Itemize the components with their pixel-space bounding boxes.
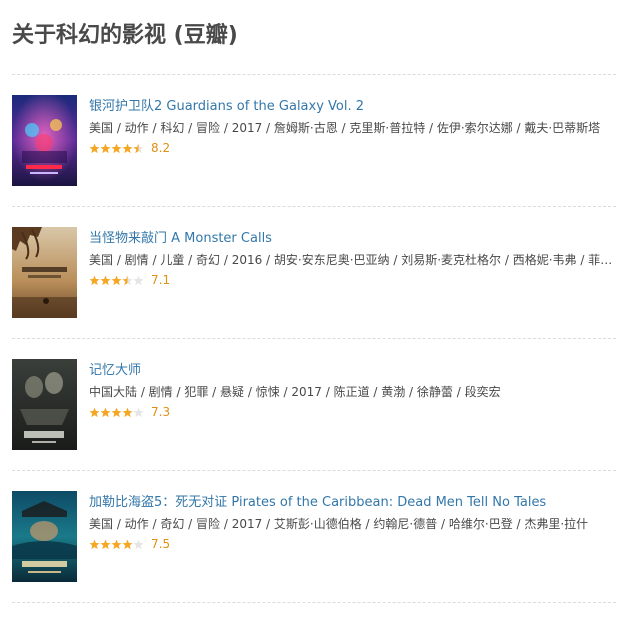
list-item: 加勒比海盗5：死无对证 Pirates of the Caribbean: De… xyxy=(12,471,616,603)
movie-meta: 美国 / 动作 / 科幻 / 冒险 / 2017 / 詹姆斯·古恩 / 克里斯·… xyxy=(89,121,601,135)
monster-calls-poster-icon xyxy=(12,227,77,318)
movie-list: 银河护卫队2 Guardians of the Galaxy Vol. 2 美国… xyxy=(12,75,616,603)
star-full-icon xyxy=(122,539,133,549)
star-full-icon xyxy=(111,539,122,549)
star-full-icon xyxy=(89,143,100,153)
battle-of-memories-poster-icon xyxy=(12,359,77,450)
star-rating xyxy=(89,539,144,550)
guardians-poster-icon xyxy=(12,95,77,186)
star-rating xyxy=(89,407,144,418)
star-full-icon xyxy=(100,275,111,285)
rating-value: 8.2 xyxy=(151,141,171,155)
rating-row: 7.1 xyxy=(89,270,616,290)
star-half-icon xyxy=(133,143,144,153)
star-full-icon xyxy=(122,407,133,417)
movie-title-link[interactable]: 加勒比海盗5：死无对证 Pirates of the Caribbean: De… xyxy=(89,492,616,514)
movie-meta: 美国 / 剧情 / 儿童 / 奇幻 / 2016 / 胡安·安东尼奥·巴亚纳 /… xyxy=(89,253,616,267)
movie-poster-image[interactable] xyxy=(12,359,77,450)
rating-row: 7.5 xyxy=(89,534,616,554)
list-item: 银河护卫队2 Guardians of the Galaxy Vol. 2 美国… xyxy=(12,75,616,207)
list-item: 当怪物来敲门 A Monster Calls 美国 / 剧情 / 儿童 / 奇幻… xyxy=(12,207,616,339)
rating-value: 7.1 xyxy=(151,273,171,287)
star-full-icon xyxy=(100,407,111,417)
movie-title-link[interactable]: 银河护卫队2 Guardians of the Galaxy Vol. 2 xyxy=(89,96,616,118)
movie-meta: 美国 / 动作 / 奇幻 / 冒险 / 2017 / 艾斯彭·山德伯格 / 约翰… xyxy=(89,517,589,531)
star-full-icon xyxy=(100,143,111,153)
star-full-icon xyxy=(89,407,100,417)
star-empty-icon xyxy=(133,539,144,549)
star-full-icon xyxy=(111,143,122,153)
movie-poster-image[interactable] xyxy=(12,491,77,582)
star-empty-icon xyxy=(133,407,144,417)
star-rating xyxy=(89,143,144,154)
star-full-icon xyxy=(111,407,122,417)
rating-value: 7.5 xyxy=(151,537,171,551)
movie-poster-image[interactable] xyxy=(12,227,77,318)
star-full-icon xyxy=(111,275,122,285)
star-full-icon xyxy=(122,143,133,153)
rating-row: 8.2 xyxy=(89,138,616,158)
movie-poster-image[interactable] xyxy=(12,95,77,186)
movie-meta: 中国大陆 / 剧情 / 犯罪 / 悬疑 / 惊悚 / 2017 / 陈正道 / … xyxy=(89,385,501,399)
star-empty-icon xyxy=(133,275,144,285)
movie-title-link[interactable]: 当怪物来敲门 A Monster Calls xyxy=(89,228,616,250)
star-full-icon xyxy=(89,275,100,285)
star-full-icon xyxy=(100,539,111,549)
pirates-poster-icon xyxy=(12,491,77,582)
movie-title-link[interactable]: 记忆大师 xyxy=(89,360,616,382)
rating-value: 7.3 xyxy=(151,405,171,419)
star-rating xyxy=(89,275,144,286)
page-title: 关于科幻的影视 (豆瓣) xyxy=(12,23,238,48)
rating-row: 7.3 xyxy=(89,402,616,422)
list-item: 记忆大师 中国大陆 / 剧情 / 犯罪 / 悬疑 / 惊悚 / 2017 / 陈… xyxy=(12,339,616,471)
star-half-icon xyxy=(122,275,133,285)
star-full-icon xyxy=(89,539,100,549)
